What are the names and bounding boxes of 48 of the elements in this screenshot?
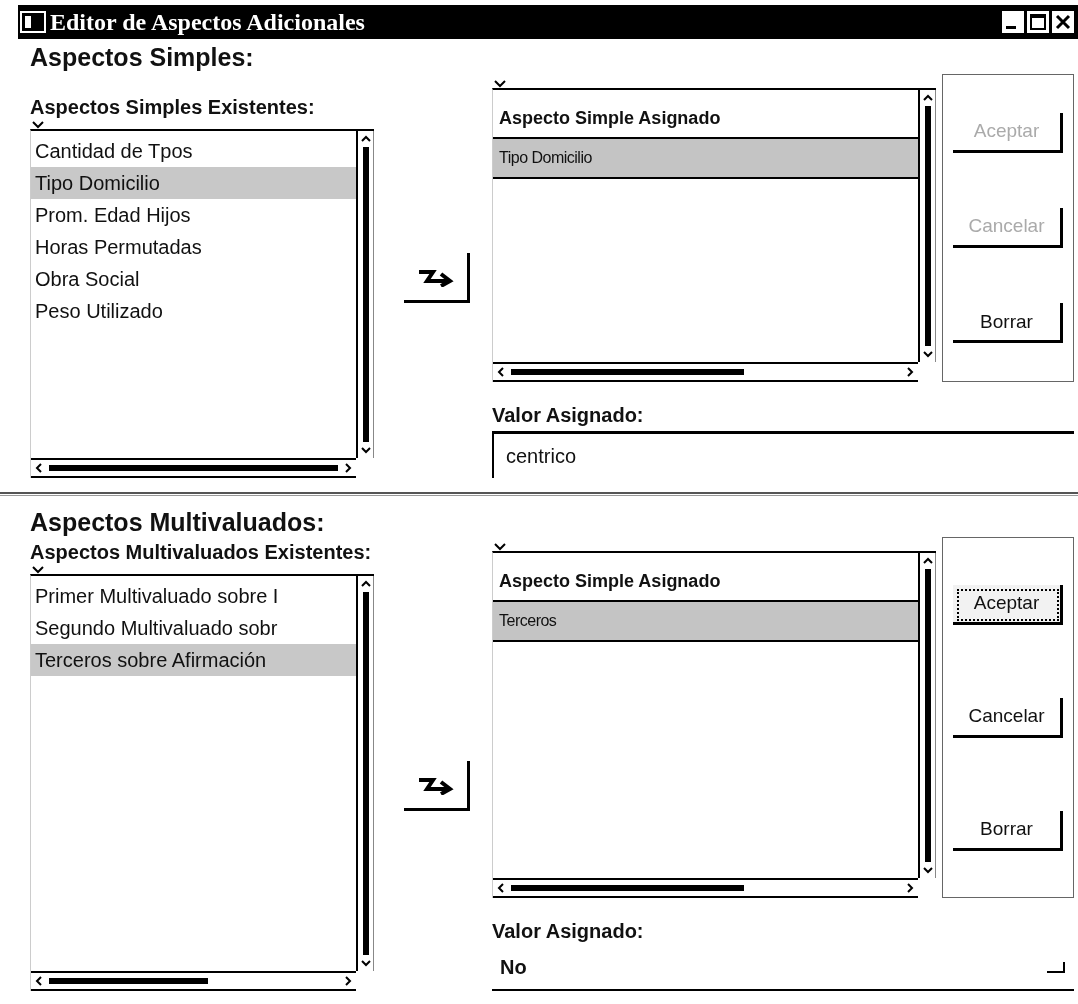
horizontal-scrollbar[interactable] bbox=[493, 878, 918, 898]
scroll-left-icon[interactable] bbox=[33, 974, 45, 988]
scroll-left-icon[interactable] bbox=[33, 461, 45, 475]
list-item[interactable]: Terceros sobre Afirmación bbox=[31, 644, 356, 676]
list-item[interactable]: Cantidad de Tpos bbox=[31, 135, 356, 167]
vertical-scrollbar[interactable] bbox=[918, 553, 936, 878]
list-label: Aspectos Simples Existentes: bbox=[30, 96, 316, 119]
scroll-right-icon[interactable] bbox=[904, 881, 916, 895]
list-item[interactable]: Horas Permutadas bbox=[31, 231, 356, 263]
list-item[interactable]: Segundo Multivaluado sobr bbox=[31, 612, 356, 644]
list-item[interactable]: Obra Social bbox=[31, 263, 356, 295]
scroll-right-icon[interactable] bbox=[342, 461, 354, 475]
list-item[interactable]: Prom. Edad Hijos bbox=[31, 199, 356, 231]
list-item[interactable]: Primer Multivaluado sobre I bbox=[31, 580, 356, 612]
scroll-down-icon[interactable] bbox=[358, 444, 373, 456]
scroll-down-icon[interactable] bbox=[920, 864, 935, 876]
section-heading: Aspectos Simples: bbox=[30, 43, 255, 72]
horizontal-scrollbar[interactable] bbox=[31, 458, 356, 478]
vertical-scrollbar[interactable] bbox=[918, 90, 936, 362]
horizontal-scrollbar[interactable] bbox=[493, 362, 918, 382]
close-icon[interactable] bbox=[1052, 11, 1074, 33]
action-button[interactable]: Borrar bbox=[953, 303, 1063, 344]
value-field[interactable]: centrico bbox=[492, 431, 1074, 478]
maximize-icon[interactable] bbox=[1027, 11, 1049, 33]
scroll-right-icon[interactable] bbox=[342, 974, 354, 988]
scroll-down-icon[interactable] bbox=[358, 957, 373, 969]
value-label: Valor Asignado: bbox=[492, 920, 645, 943]
value-label: Valor Asignado: bbox=[492, 404, 645, 427]
dropdown-icon bbox=[1046, 960, 1066, 974]
scroll-left-icon[interactable] bbox=[495, 365, 507, 379]
vertical-scrollbar[interactable] bbox=[356, 576, 374, 971]
section-heading: Aspectos Multivaluados: bbox=[30, 508, 326, 537]
list-item[interactable]: Tipo Domicilio bbox=[31, 167, 356, 199]
list-item[interactable]: Peso Utilizado bbox=[31, 295, 356, 327]
scroll-down-icon[interactable] bbox=[920, 348, 935, 360]
action-button[interactable]: Borrar bbox=[953, 810, 1063, 851]
list-label: Aspectos Multivaluados Existentes: bbox=[30, 541, 373, 564]
scroll-left-icon[interactable] bbox=[495, 881, 507, 895]
action-button[interactable]: Cancelar bbox=[953, 697, 1063, 738]
minimize-icon[interactable] bbox=[1002, 11, 1024, 33]
table-row[interactable]: Terceros bbox=[493, 602, 918, 642]
table-row[interactable]: Tipo Domicilio bbox=[493, 139, 918, 179]
scroll-right-icon[interactable] bbox=[904, 365, 916, 379]
window-title: Editor de Aspectos Adicionales bbox=[50, 8, 366, 36]
vertical-scrollbar[interactable] bbox=[356, 131, 374, 458]
action-button[interactable]: Aceptar bbox=[953, 584, 1063, 625]
horizontal-scrollbar[interactable] bbox=[31, 971, 356, 991]
value-dropdown[interactable]: No bbox=[492, 945, 1074, 991]
